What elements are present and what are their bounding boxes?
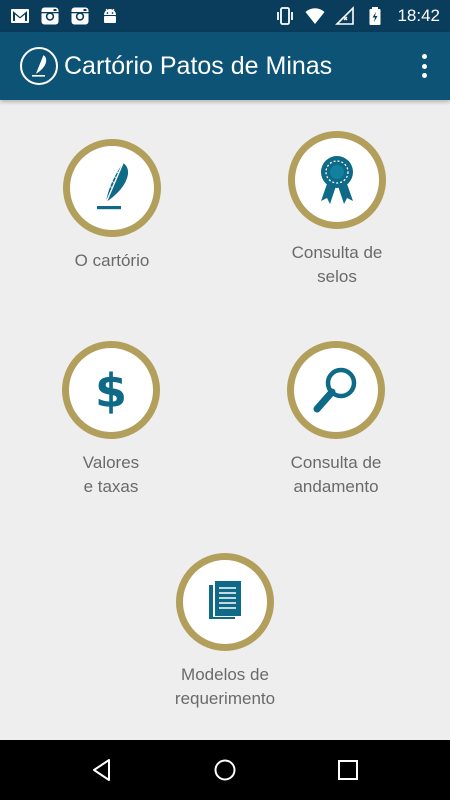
menu-item-label: Modelos de requerimento — [174, 665, 276, 708]
menu-item-label: Consulta de andamento — [290, 453, 382, 496]
dollar-icon: $ — [62, 341, 160, 439]
instagram-icon — [40, 6, 60, 26]
menu-item-o-cartorio[interactable]: O cartório — [22, 139, 202, 273]
app-title: Cartório Patos de Minas — [64, 51, 333, 80]
vibrate-icon — [275, 6, 295, 26]
menu-item-label: Valores e taxas — [82, 453, 140, 496]
status-time: 18:42 — [397, 6, 440, 25]
magnifier-icon — [287, 341, 385, 439]
status-bar: 18:42 — [0, 0, 450, 32]
award-ribbon-icon — [288, 131, 386, 229]
home-icon[interactable] — [205, 750, 245, 790]
battery-icon — [365, 6, 385, 26]
menu-item-modelos-de-requerimento[interactable]: Modelos de requerimento — [135, 553, 315, 711]
recents-icon[interactable] — [328, 750, 368, 790]
document-icon — [176, 553, 274, 651]
notification-icons — [10, 6, 120, 26]
signal-icon — [335, 6, 355, 26]
menu-item-valores-e-taxas[interactable]: $ Valores e taxas — [21, 341, 201, 499]
navigation-bar — [0, 740, 450, 800]
menu-item-label: Consulta de selos — [291, 243, 383, 286]
android-icon — [100, 6, 120, 26]
gmail-icon — [10, 6, 30, 26]
quill-logo-icon — [20, 47, 58, 85]
app-bar: Cartório Patos de Minas — [0, 32, 450, 100]
menu-item-label: O cartório — [74, 251, 150, 270]
wifi-icon — [305, 6, 325, 26]
menu-item-consulta-de-selos[interactable]: Consulta de selos — [247, 131, 427, 289]
instagram-icon — [70, 6, 90, 26]
system-icons: 18:42 — [275, 6, 440, 26]
overflow-menu-icon[interactable] — [412, 48, 436, 84]
svg-text:$: $ — [95, 364, 127, 418]
quill-icon — [63, 139, 161, 237]
back-icon[interactable] — [82, 750, 122, 790]
menu-item-consulta-de-andamento[interactable]: Consulta de andamento — [246, 341, 426, 499]
